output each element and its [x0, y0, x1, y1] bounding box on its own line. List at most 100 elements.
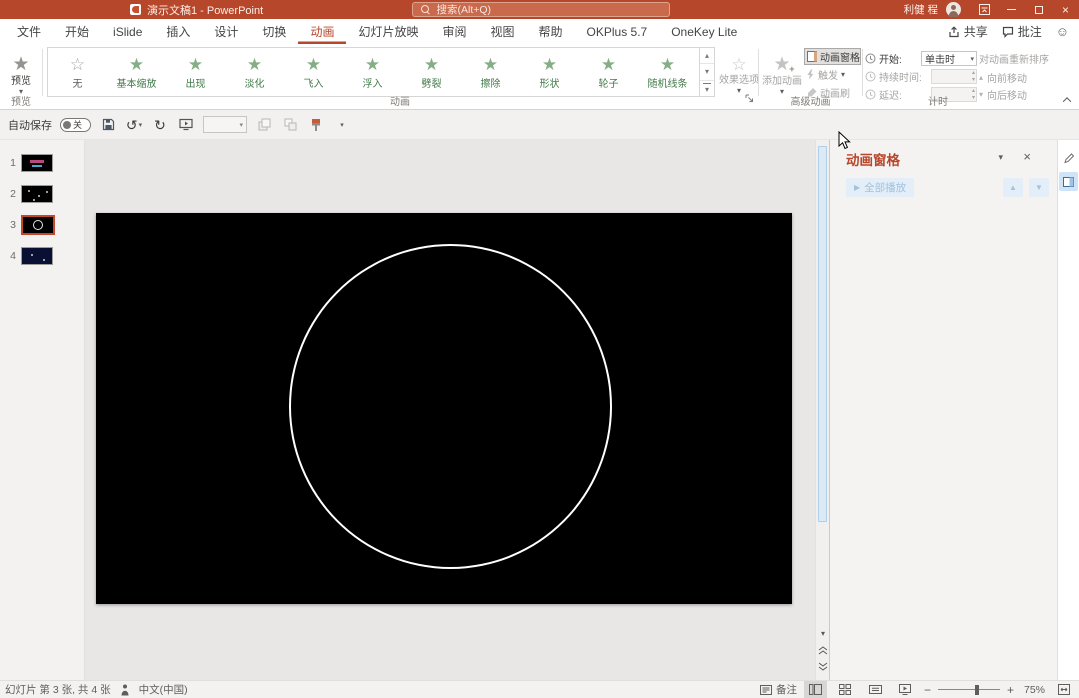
tab-design[interactable]: 设计	[202, 19, 250, 44]
animation-wheel[interactable]: ★ 轮子	[579, 48, 638, 96]
circle-shape[interactable]	[289, 244, 612, 569]
zoom-in-button[interactable]: +	[1007, 684, 1014, 696]
scrollbar-thumb[interactable]	[818, 146, 827, 522]
animation-fly-in[interactable]: ★ 飞入	[284, 48, 343, 96]
save-button[interactable]	[99, 115, 117, 135]
next-slide-button[interactable]	[816, 659, 830, 673]
share-button[interactable]: 共享	[948, 23, 988, 40]
slide-editing-area[interactable]	[85, 140, 815, 680]
close-button[interactable]: ×	[1052, 0, 1079, 19]
vertical-scrollbar[interactable]: ▾	[815, 140, 829, 680]
slide-2-thumbnail[interactable]	[21, 185, 53, 203]
reading-view-button[interactable]	[864, 681, 887, 698]
animation-random-bars[interactable]: ★ 随机线条	[638, 48, 697, 96]
group-objects-button[interactable]	[281, 115, 299, 135]
animation-pane-title: 动画窗格	[846, 153, 900, 168]
slide-canvas[interactable]	[96, 213, 792, 604]
chevron-down-icon: ▾	[239, 121, 243, 129]
zoom-level[interactable]: 75%	[1021, 684, 1045, 696]
tab-review[interactable]: 审阅	[430, 19, 478, 44]
chevron-down-icon: ▾	[340, 121, 344, 129]
slideshow-view-button[interactable]	[894, 681, 917, 698]
tab-transitions[interactable]: 切换	[250, 19, 298, 44]
normal-view-button[interactable]	[803, 681, 827, 698]
slide-3-row-selected[interactable]: 3	[0, 212, 84, 238]
play-all-button[interactable]: ▶ 全部播放	[846, 178, 915, 197]
collapse-ribbon-button[interactable]	[1061, 95, 1073, 106]
reorder-down-button[interactable]: ▼	[1029, 178, 1049, 197]
animation-split[interactable]: ★ 劈裂	[402, 48, 461, 96]
entrance-star-icon: ★	[659, 54, 676, 74]
previous-slide-button[interactable]	[816, 643, 830, 657]
maximize-button[interactable]	[1025, 0, 1052, 19]
tab-slideshow[interactable]: 幻灯片放映	[346, 19, 430, 44]
slide-1-thumbnail[interactable]	[21, 154, 53, 172]
user-avatar[interactable]	[946, 2, 961, 17]
tab-animations[interactable]: 动画	[298, 19, 346, 44]
tab-islide[interactable]: iSlide	[101, 19, 154, 44]
pane-options-chevron-icon[interactable]: ▾	[998, 152, 1003, 163]
language-indicator[interactable]: 中文(中国)	[139, 682, 188, 697]
animation-none[interactable]: ☆ 无	[48, 48, 107, 96]
active-pane-tab-button[interactable]	[1059, 172, 1078, 191]
slide-sorter-view-button[interactable]	[834, 681, 857, 698]
animation-appear[interactable]: ★ 出现	[166, 48, 225, 96]
gallery-scroll-down-button[interactable]: ▾	[700, 64, 714, 81]
animation-shape[interactable]: ★ 形状	[520, 48, 579, 96]
lightning-icon	[807, 69, 814, 80]
animation-pane-icon	[807, 51, 817, 62]
undo-button[interactable]: ↺ ▾	[125, 115, 143, 135]
redo-button[interactable]: ↻	[151, 115, 169, 135]
ribbon-display-options-button[interactable]	[971, 0, 998, 19]
slide-1-row[interactable]: 1	[0, 150, 84, 176]
tab-help[interactable]: 帮助	[527, 19, 575, 44]
tab-insert[interactable]: 插入	[154, 19, 202, 44]
minimize-button[interactable]	[998, 0, 1025, 19]
animation-wipe[interactable]: ★ 擦除	[461, 48, 520, 96]
notes-button[interactable]: 备注	[759, 682, 797, 697]
move-earlier-button[interactable]: ▴ 向前移动	[979, 70, 1079, 85]
user-name[interactable]: 利健 程	[904, 2, 938, 17]
reorder-up-button[interactable]: ▲	[1003, 178, 1023, 197]
zoom-slider[interactable]	[937, 684, 1000, 696]
autosave-toggle[interactable]: 关	[60, 117, 91, 132]
effect-options-star-icon: ☆	[731, 55, 747, 74]
tab-okplus[interactable]: OKPlus 5.7	[575, 19, 660, 44]
tab-onekey-lite[interactable]: OneKey Lite	[659, 19, 749, 44]
animation-basic-zoom[interactable]: ★ 基本缩放	[107, 48, 166, 96]
trigger-button[interactable]: 触发 ▾	[804, 66, 861, 83]
slide-4-thumbnail[interactable]	[21, 247, 53, 265]
zoom-slider-thumb[interactable]	[975, 684, 980, 695]
tab-home[interactable]: 开始	[53, 19, 101, 44]
pencil-icon[interactable]	[1063, 152, 1075, 164]
duration-spinner[interactable]: ▴ ▾	[931, 69, 977, 84]
comments-button[interactable]: 批注	[1002, 23, 1042, 40]
arrow-up-icon: ▲	[1009, 183, 1017, 192]
arrange-objects-button[interactable]	[255, 115, 273, 135]
tab-file[interactable]: 文件	[5, 19, 53, 44]
status-bar: 幻灯片 第 3 张, 共 4 张 中文(中国) 备注 − + 75%	[0, 680, 1079, 698]
format-painter-icon	[312, 118, 320, 131]
qat-combobox[interactable]: ▾	[203, 116, 247, 133]
format-painter-button[interactable]	[307, 115, 325, 135]
fit-slide-to-window-button[interactable]	[1052, 681, 1075, 698]
animation-pane-toggle-button[interactable]: 动画窗格	[804, 48, 861, 65]
customize-qat-button[interactable]: ▾	[333, 115, 351, 135]
pane-close-icon[interactable]: ×	[1023, 149, 1031, 164]
animation-float-in[interactable]: ★ 浮入	[343, 48, 402, 96]
search-box[interactable]: 搜索(Alt+Q)	[411, 2, 670, 17]
feedback-smiley-icon[interactable]: ☺	[1056, 24, 1069, 39]
start-dropdown[interactable]: 单击时 ▾	[921, 51, 977, 66]
animation-dialog-launcher[interactable]	[745, 92, 754, 106]
accessibility-person-icon[interactable]	[120, 684, 130, 696]
animation-fade[interactable]: ★ 淡化	[225, 48, 284, 96]
start-slideshow-button[interactable]	[177, 115, 195, 135]
scroll-down-button[interactable]: ▾	[816, 626, 830, 640]
gallery-scroll-up-button[interactable]: ▴	[700, 48, 714, 65]
slide-2-row[interactable]: 2	[0, 181, 84, 207]
slide-4-row[interactable]: 4	[0, 243, 84, 269]
slide-3-thumbnail[interactable]	[21, 215, 55, 235]
entrance-star-icon: ★	[364, 54, 381, 74]
zoom-out-button[interactable]: −	[924, 684, 931, 696]
tab-view[interactable]: 视图	[478, 19, 526, 44]
